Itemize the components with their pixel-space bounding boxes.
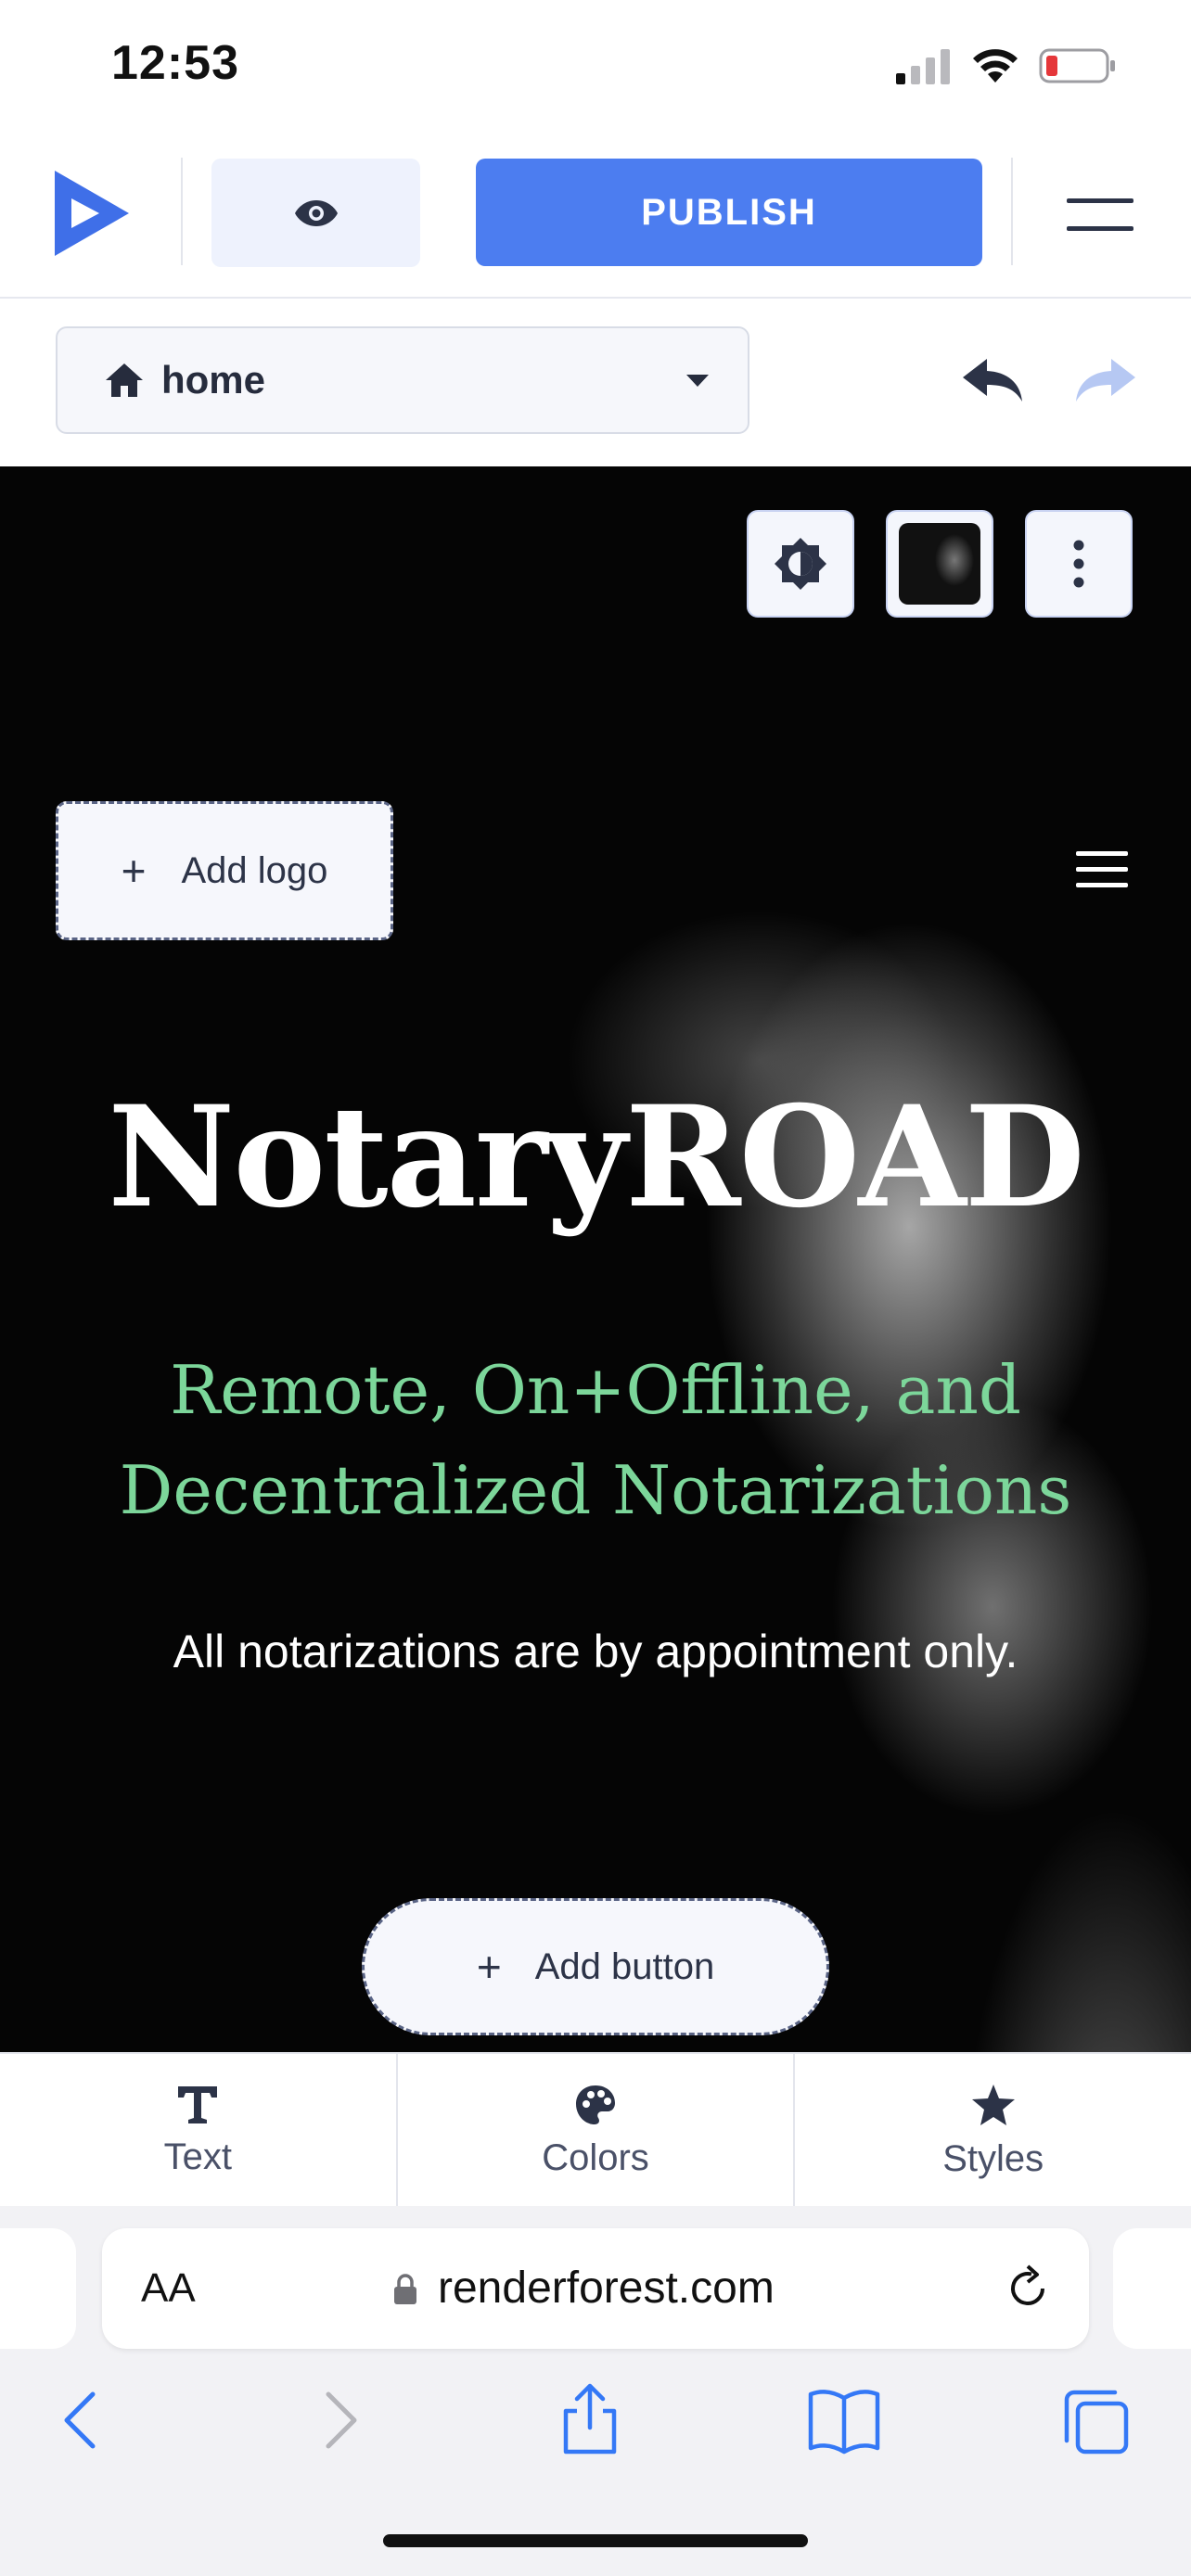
text-size-button[interactable]: AA — [141, 2265, 196, 2312]
add-button-label: Add button — [534, 1945, 715, 1987]
background-image-button[interactable] — [886, 510, 993, 618]
publish-button[interactable]: PUBLISH — [476, 159, 982, 266]
menu-line — [1067, 226, 1133, 231]
share-icon[interactable] — [563, 2383, 617, 2455]
bookmarks-icon[interactable] — [808, 2390, 880, 2455]
site-menu-icon[interactable] — [1076, 851, 1128, 888]
battery-low-icon — [1039, 48, 1115, 83]
menu-line — [1076, 867, 1128, 872]
next-tab-card[interactable] — [1113, 2228, 1191, 2349]
previous-tab-card[interactable] — [0, 2228, 76, 2349]
cellular-signal-icon — [896, 49, 950, 84]
hero-text[interactable]: All notarizations are by appointment onl… — [0, 1625, 1191, 1678]
back-icon[interactable] — [64, 2391, 96, 2449]
forward-icon[interactable] — [326, 2391, 357, 2449]
hero-section[interactable] — [0, 466, 1191, 2052]
text-icon — [178, 2085, 218, 2123]
add-logo-button[interactable]: + Add logo — [56, 801, 393, 940]
background-thumbnail — [899, 523, 980, 605]
divider — [181, 158, 183, 265]
colors-tool-button[interactable]: Colors — [398, 2054, 796, 2208]
preview-button[interactable] — [211, 159, 420, 267]
reload-icon[interactable] — [1002, 2263, 1054, 2315]
more-vertical-icon — [1073, 540, 1084, 588]
browser-nav-row — [64, 2383, 1129, 2455]
text-tool-label: Text — [163, 2136, 233, 2177]
home-indicator — [383, 2534, 808, 2547]
url-text[interactable]: renderforest.com — [438, 2263, 775, 2314]
menu-line — [1076, 851, 1128, 856]
more-options-button[interactable] — [1025, 510, 1133, 618]
redo-icon[interactable] — [1072, 357, 1137, 403]
text-tool-button[interactable]: Text — [0, 2054, 398, 2208]
eye-icon — [294, 199, 338, 226]
status-time: 12:53 — [111, 36, 239, 90]
text-size-label: AA — [141, 2265, 196, 2311]
renderforest-logo-icon[interactable] — [51, 167, 134, 260]
lock-icon — [394, 2274, 416, 2304]
star-icon — [971, 2084, 1015, 2125]
undo-icon[interactable] — [961, 357, 1026, 403]
status-icons — [896, 43, 1117, 89]
styles-tool-button[interactable]: Styles — [795, 2054, 1191, 2208]
home-icon — [106, 363, 143, 397]
chevron-down-icon — [686, 375, 709, 387]
palette-icon — [576, 2085, 615, 2124]
hero-subtitle[interactable]: Remote, On+Offline, and Decentralized No… — [74, 1340, 1117, 1540]
add-button-button[interactable]: + Add button — [362, 1898, 829, 2035]
add-logo-label: Add logo — [181, 849, 328, 891]
plus-icon: + — [476, 1943, 502, 1991]
editor-menu-button[interactable] — [1067, 195, 1133, 236]
hero-title[interactable]: NotaryROAD — [0, 1076, 1191, 1239]
menu-line — [1067, 198, 1133, 203]
wifi-icon — [973, 49, 1018, 83]
menu-line — [1076, 883, 1128, 887]
plus-icon: + — [121, 847, 147, 895]
tabs-icon[interactable] — [1064, 2390, 1129, 2455]
divider — [1011, 158, 1013, 265]
page-selector-label: home — [161, 358, 266, 402]
brightness-icon — [775, 538, 826, 590]
editor-bottom-toolbar: Text Colors Styles — [0, 2052, 1191, 2210]
styles-tool-label: Styles — [942, 2137, 1044, 2179]
contrast-toggle-button[interactable] — [747, 510, 854, 618]
page-selector-dropdown[interactable]: home — [56, 326, 749, 434]
colors-tool-label: Colors — [542, 2136, 649, 2178]
